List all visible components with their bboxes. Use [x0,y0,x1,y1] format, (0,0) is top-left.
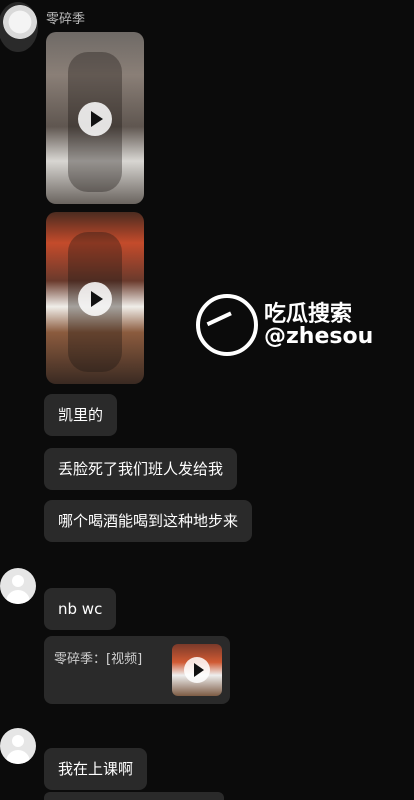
video-message-2[interactable] [46,212,144,384]
watermark-handle: @zhesou [264,324,374,349]
video-message-1[interactable] [46,32,144,204]
avatar-head [12,735,24,747]
message-bubble[interactable]: 我在上课啊 [44,748,148,790]
watermark: 吃瓜搜索 @zhesou [196,288,376,368]
avatar-body [6,750,30,764]
avatar[interactable] [0,568,36,604]
avatar-head [12,575,24,587]
play-icon[interactable] [78,102,112,136]
message-bubble[interactable]: nb wc [44,588,117,630]
sender-name: 零碎季 [46,12,86,27]
play-icon[interactable] [184,657,210,683]
shared-video-thumbnail[interactable] [172,644,222,696]
next-message-partial [44,792,224,800]
avatar[interactable] [0,728,36,764]
message-bubble[interactable]: 凯里的 [44,394,118,436]
message-bubble[interactable]: 哪个喝酒能喝到这种地步来 [44,500,253,542]
avatar[interactable] [0,2,38,52]
shared-video-card[interactable]: 零碎季：[视频] [44,636,230,704]
share-text: 零碎季：[视频] [54,652,143,667]
search-logo-icon [196,294,258,356]
avatar-body [6,590,30,604]
play-icon[interactable] [78,282,112,316]
message-bubble[interactable]: 丢脸死了我们班人发给我 [44,448,238,490]
